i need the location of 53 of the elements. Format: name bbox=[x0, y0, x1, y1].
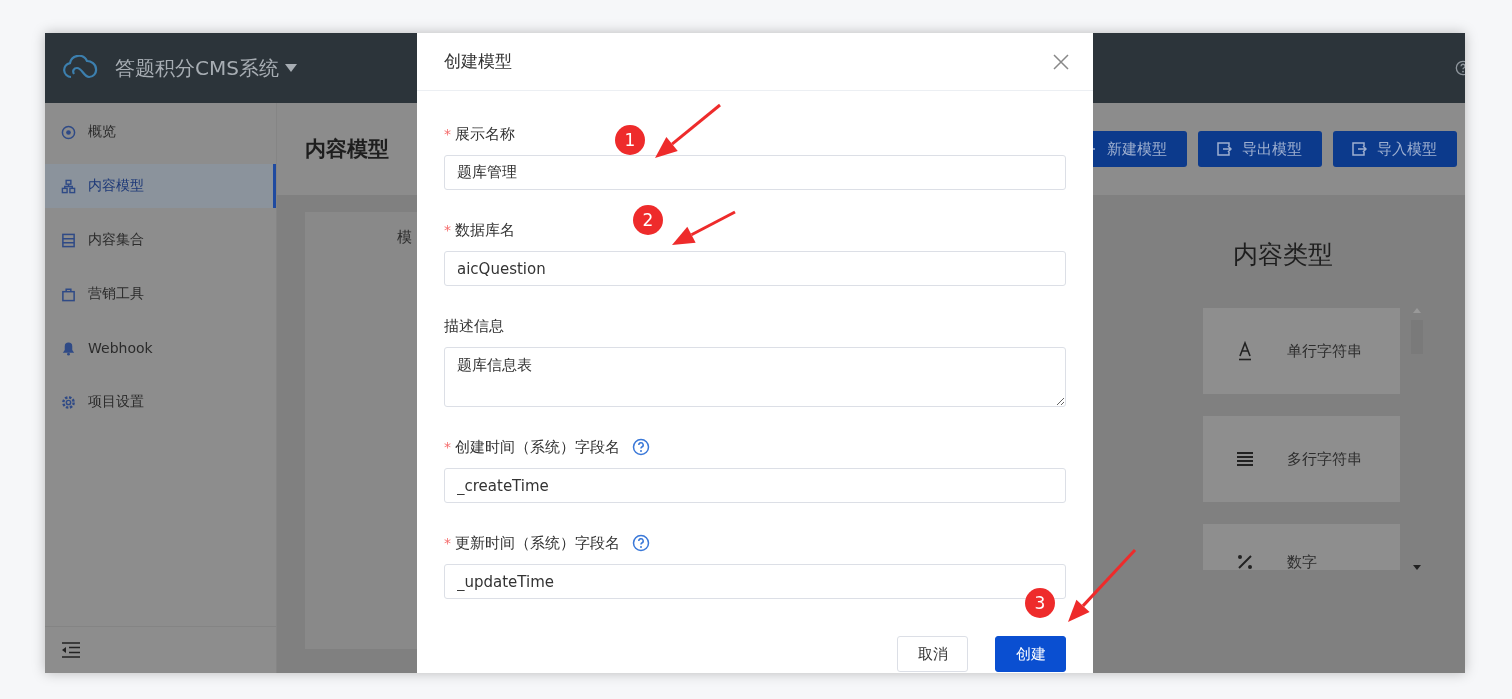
app-title: 答题积分CMS系统 bbox=[115, 54, 279, 82]
type-card[interactable]: 多行字符串 bbox=[1203, 416, 1400, 502]
close-icon[interactable] bbox=[1053, 53, 1069, 70]
type-label: 数字 bbox=[1287, 553, 1317, 570]
help-icon[interactable] bbox=[632, 438, 650, 456]
action-button[interactable]: 导出模型 bbox=[1198, 131, 1322, 167]
panel-label: 模 bbox=[397, 228, 412, 246]
arrow-drawing bbox=[655, 103, 721, 158]
required-mark: * bbox=[444, 439, 451, 455]
input-field[interactable]: 题库管理 bbox=[444, 155, 1066, 190]
field-label: 更新时间（系统）字段名 bbox=[455, 533, 620, 553]
field-label: 数据库名 bbox=[455, 220, 515, 240]
arrow-drawing bbox=[672, 210, 736, 245]
create-button[interactable]: 创建 bbox=[995, 636, 1066, 672]
sidebar-item-icon bbox=[61, 178, 76, 194]
type-label: 多行字符串 bbox=[1287, 449, 1362, 469]
types-title: 内容类型 bbox=[1233, 240, 1333, 269]
required-mark: * bbox=[444, 222, 451, 238]
exit-box-icon bbox=[1216, 141, 1232, 157]
type-card[interactable]: 单行字符串 bbox=[1203, 308, 1400, 394]
input-field[interactable]: _createTime bbox=[444, 468, 1066, 503]
sidebar-item[interactable]: Webhook bbox=[45, 321, 276, 375]
required-mark: * bbox=[444, 126, 451, 142]
field-label: 展示名称 bbox=[455, 124, 515, 144]
sidebar-item[interactable]: 项目设置 bbox=[45, 375, 276, 429]
input-field[interactable]: aicQuestion bbox=[444, 251, 1066, 286]
exit-box-icon bbox=[1351, 141, 1367, 157]
cancel-button[interactable]: 取消 bbox=[897, 636, 968, 672]
type-card[interactable]: 数字 bbox=[1203, 524, 1400, 570]
sidebar-item[interactable]: 内容模型 bbox=[45, 164, 276, 208]
sidebar-item-icon bbox=[61, 340, 76, 356]
action-button[interactable]: 导入模型 bbox=[1333, 131, 1457, 167]
field-label: 描述信息 bbox=[444, 316, 504, 336]
caret-icon[interactable] bbox=[284, 64, 297, 72]
page-title: 内容模型 bbox=[305, 136, 389, 163]
sidebar-item[interactable]: 内容集合 bbox=[45, 213, 276, 267]
sidebar-item-icon bbox=[61, 394, 76, 410]
sidebar-item[interactable]: 营销工具 bbox=[45, 267, 276, 321]
type-label: 单行字符串 bbox=[1287, 341, 1362, 361]
percent-icon bbox=[1235, 552, 1255, 570]
lines-icon bbox=[1235, 449, 1255, 469]
collapse-menu-icon[interactable] bbox=[61, 642, 81, 658]
sidebar-item-icon bbox=[61, 124, 76, 140]
help-icon[interactable] bbox=[632, 534, 650, 552]
required-mark: * bbox=[444, 535, 451, 551]
cloud-logo-icon bbox=[61, 55, 99, 81]
sidebar-item[interactable]: 概览 bbox=[45, 105, 276, 159]
field-label: 创建时间（系统）字段名 bbox=[455, 437, 620, 457]
sidebar-item-icon bbox=[61, 286, 76, 302]
sidebar-item-icon bbox=[61, 232, 76, 248]
scrollbar[interactable] bbox=[1410, 308, 1424, 570]
dialog-title: 创建模型 bbox=[444, 50, 512, 73]
description-field[interactable]: 题库信息表 bbox=[444, 347, 1066, 407]
